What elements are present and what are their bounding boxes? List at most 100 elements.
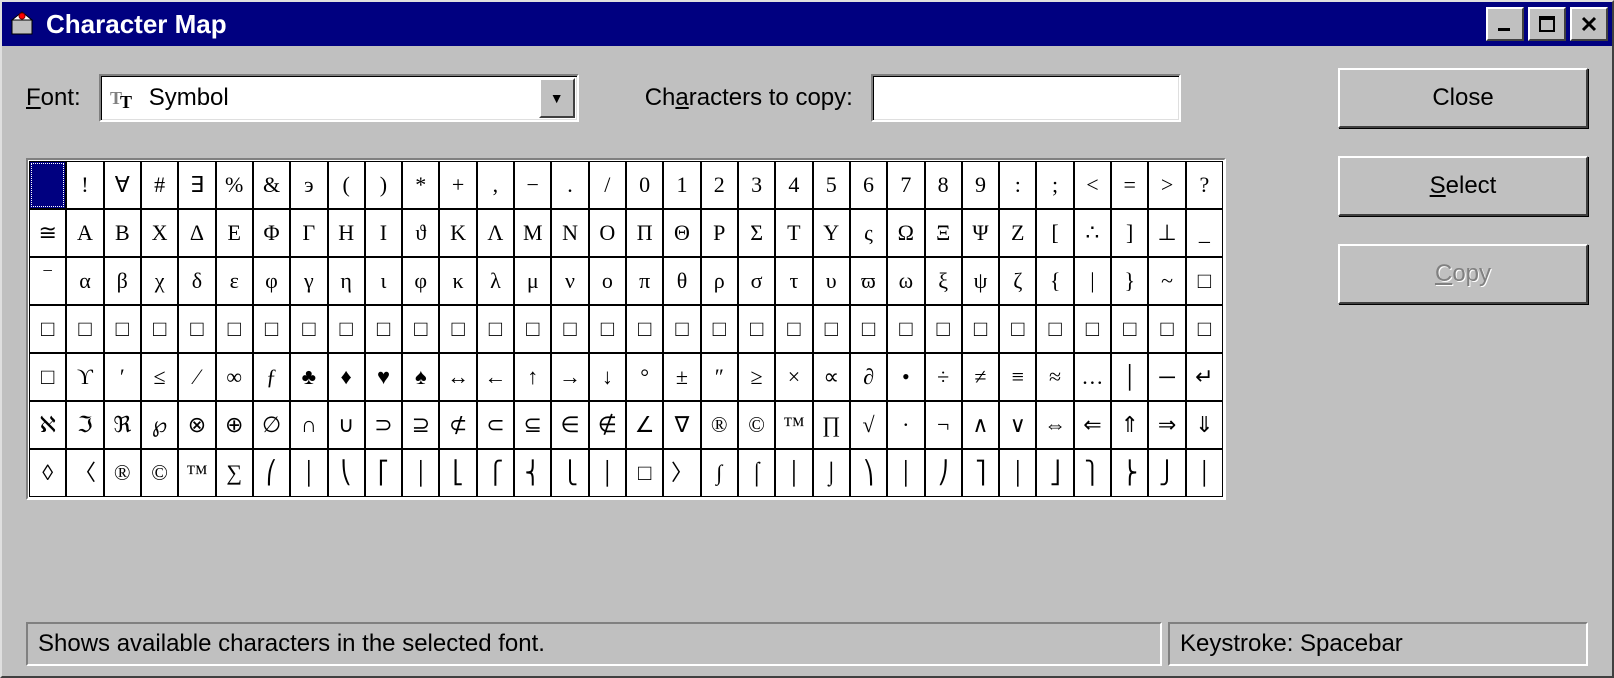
char-cell[interactable]: □ (738, 305, 775, 353)
char-cell[interactable]: 4 (775, 161, 812, 209)
char-cell[interactable]: Υ (813, 209, 850, 257)
char-cell[interactable]: │ (1186, 449, 1223, 497)
char-cell[interactable]: ′ (104, 353, 141, 401)
char-cell[interactable]: 0 (626, 161, 663, 209)
char-cell[interactable]: θ (663, 257, 700, 305)
char-cell[interactable]: ◊ (29, 449, 66, 497)
char-cell[interactable]: ∇ (663, 401, 700, 449)
char-cell[interactable]: □ (999, 305, 1036, 353)
char-cell[interactable]: □ (850, 305, 887, 353)
char-cell[interactable]: π (626, 257, 663, 305)
char-cell[interactable]: □ (962, 305, 999, 353)
char-cell[interactable]: ® (104, 449, 141, 497)
char-cell[interactable]: ℵ (29, 401, 66, 449)
char-cell[interactable]: Α (66, 209, 103, 257)
char-cell[interactable]: Δ (178, 209, 215, 257)
char-cell[interactable]: Β (104, 209, 141, 257)
char-cell[interactable]: κ (439, 257, 476, 305)
char-cell[interactable]: 3 (738, 161, 775, 209)
char-cell[interactable]: δ (178, 257, 215, 305)
char-cell[interactable]: ω (887, 257, 924, 305)
char-cell[interactable]: © (738, 401, 775, 449)
char-cell[interactable]: χ (141, 257, 178, 305)
char-cell[interactable]: ≥ (738, 353, 775, 401)
char-cell[interactable]: ⎭ (1148, 449, 1185, 497)
char-cell[interactable]: ∴ (1074, 209, 1111, 257)
char-cell[interactable]: γ (290, 257, 327, 305)
char-cell[interactable]: □ (775, 305, 812, 353)
char-cell[interactable]: ∩ (290, 401, 327, 449)
char-cell[interactable]: ♥ (365, 353, 402, 401)
char-cell[interactable]: ∨ (999, 401, 1036, 449)
char-cell[interactable]: © (141, 449, 178, 497)
char-cell[interactable]: 2 (701, 161, 738, 209)
char-cell[interactable]: 8 (925, 161, 962, 209)
char-cell[interactable]: % (216, 161, 253, 209)
char-cell[interactable]: □ (439, 305, 476, 353)
char-cell[interactable]: │ (887, 449, 924, 497)
char-cell[interactable]: ⎦ (1036, 449, 1073, 497)
char-cell[interactable]: ∂ (850, 353, 887, 401)
char-cell[interactable]: √ (850, 401, 887, 449)
char-cell[interactable]: ≤ (141, 353, 178, 401)
char-cell[interactable]: ↑ (514, 353, 551, 401)
char-cell[interactable]: ∀ (104, 161, 141, 209)
char-cell[interactable]: □ (589, 305, 626, 353)
char-cell[interactable]: η (328, 257, 365, 305)
char-cell[interactable]: ⇒ (1148, 401, 1185, 449)
char-cell[interactable]: ⊄ (439, 401, 476, 449)
char-cell[interactable]: │ (402, 449, 439, 497)
char-cell[interactable]: Ζ (999, 209, 1036, 257)
char-cell[interactable]: Ο (589, 209, 626, 257)
char-cell[interactable]: ∝ (813, 353, 850, 401)
char-cell[interactable]: ζ (999, 257, 1036, 305)
char-cell[interactable]: ″ (701, 353, 738, 401)
char-cell[interactable]: ~ (1148, 257, 1185, 305)
minimize-button[interactable] (1486, 7, 1524, 41)
char-cell[interactable]: + (439, 161, 476, 209)
char-cell[interactable]: … (1074, 353, 1111, 401)
char-cell[interactable]: □ (216, 305, 253, 353)
char-cell[interactable]: ρ (701, 257, 738, 305)
char-cell[interactable]: □ (402, 305, 439, 353)
char-cell[interactable]: □ (1036, 305, 1073, 353)
char-cell[interactable]: : (999, 161, 1036, 209)
char-cell[interactable]: ! (66, 161, 103, 209)
char-cell[interactable]: ] (1111, 209, 1148, 257)
char-cell[interactable]: ≈ (1036, 353, 1073, 401)
char-cell[interactable]: │ (999, 449, 1036, 497)
char-cell[interactable]: ∑ (216, 449, 253, 497)
char-cell[interactable]: 6 (850, 161, 887, 209)
char-cell[interactable]: ← (477, 353, 514, 401)
char-cell[interactable]: # (141, 161, 178, 209)
char-cell[interactable]: ν (551, 257, 588, 305)
char-cell[interactable]: ) (365, 161, 402, 209)
char-cell[interactable]: □ (1186, 257, 1223, 305)
char-cell[interactable]: □ (29, 305, 66, 353)
char-cell[interactable]: Κ (439, 209, 476, 257)
char-cell[interactable]: │ (589, 449, 626, 497)
char-cell[interactable]: Φ (253, 209, 290, 257)
char-cell[interactable]: ⎡ (365, 449, 402, 497)
char-cell[interactable]: □ (1186, 305, 1223, 353)
select-button[interactable]: Select (1338, 156, 1588, 216)
char-cell[interactable]: > (1148, 161, 1185, 209)
char-cell[interactable]: Ξ (925, 209, 962, 257)
char-cell[interactable]: ⎧ (477, 449, 514, 497)
char-cell[interactable]: □ (141, 305, 178, 353)
char-cell[interactable]: ≅ (29, 209, 66, 257)
char-cell[interactable]: ⊗ (178, 401, 215, 449)
char-cell[interactable]: _ (1186, 209, 1223, 257)
characters-to-copy-input[interactable] (871, 74, 1181, 122)
char-cell[interactable]: ≡ (999, 353, 1036, 401)
char-cell[interactable] (29, 161, 66, 209)
char-cell[interactable]: □ (551, 305, 588, 353)
char-cell[interactable]: Ν (551, 209, 588, 257)
char-cell[interactable]: Χ (141, 209, 178, 257)
char-cell[interactable]: α (66, 257, 103, 305)
maximize-button[interactable] (1528, 7, 1566, 41)
char-cell[interactable]: & (253, 161, 290, 209)
char-cell[interactable]: □ (365, 305, 402, 353)
char-cell[interactable]: ⎬ (1111, 449, 1148, 497)
char-cell[interactable]: ∠ (626, 401, 663, 449)
